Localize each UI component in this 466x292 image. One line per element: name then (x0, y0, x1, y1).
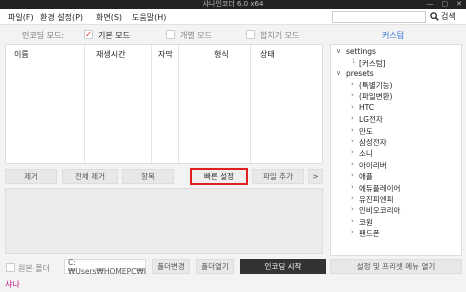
tree-node-settings[interactable]: settings (346, 47, 376, 56)
tree-node-preset[interactable]: 유진피엔피 (359, 194, 394, 205)
chevron-right-icon[interactable]: › (351, 137, 354, 145)
column-divider (84, 45, 85, 163)
output-folder-path[interactable]: C:₩Users₩HOMEPC₩I (64, 258, 146, 276)
search-icon (430, 12, 439, 21)
tree-node-custom[interactable]: [커스텀] (359, 58, 386, 69)
status-bar: 샤나 (5, 280, 20, 289)
tree-node-preset[interactable]: 삼성전자 (359, 137, 387, 148)
chevron-down-icon[interactable]: ∨ (336, 69, 341, 77)
column-divider (151, 45, 152, 163)
file-list-table[interactable]: 이름 재생시간 자막 형식 상태 (5, 44, 323, 164)
individual-mode-label[interactable]: 개별 모드 (180, 30, 212, 41)
column-header-format[interactable]: 형식 (214, 49, 229, 60)
tree-node-preset[interactable]: 인비오코리아 (359, 205, 400, 216)
merge-mode-checkbox[interactable] (246, 30, 255, 39)
menu-help[interactable]: 도움말(H) (132, 12, 166, 23)
tree-node-preset[interactable]: 에듀플레이어 (359, 183, 400, 194)
column-header-name[interactable]: 이름 (14, 49, 29, 60)
checkmark-icon: ✓ (85, 30, 92, 39)
basic-mode-label[interactable]: 기본 모드 (98, 30, 130, 41)
quick-settings-button[interactable]: 빠른 설정 (190, 168, 248, 185)
search-input[interactable] (332, 11, 426, 23)
chevron-right-icon[interactable]: › (351, 91, 354, 99)
chevron-right-icon[interactable]: › (351, 171, 354, 179)
chevron-right-icon[interactable]: › (351, 228, 354, 236)
window-title: 샤나인코더 6.0 x64 (202, 0, 264, 8)
menu-screen[interactable]: 화면(S) (96, 12, 122, 23)
chevron-right-icon[interactable]: › (351, 103, 354, 111)
search-button[interactable]: 검색 (430, 11, 456, 22)
column-divider (250, 45, 251, 163)
maximize-button[interactable]: ▢ (442, 0, 449, 9)
merge-mode-label[interactable]: 합치기 모드 (260, 30, 299, 41)
chevron-right-icon[interactable]: › (351, 80, 354, 88)
chevron-right-icon[interactable]: › (351, 126, 354, 134)
basic-mode-checkbox[interactable]: ✓ (84, 30, 93, 39)
bottom-bar: 원본 폴더 C:₩Users₩HOMEPC₩I 폴더변경 폴더열기 인코딩 시작… (0, 258, 466, 276)
remove-all-button[interactable]: 전체 제거 (62, 169, 118, 184)
open-settings-menu-button[interactable]: 설정 및 프리셋 메뉴 열기 (330, 259, 462, 274)
more-button[interactable]: > (308, 169, 323, 184)
preset-tree[interactable]: ∨ settings └ [커스텀] ∨ presets › (특별기능) › (파일… (330, 44, 462, 256)
tree-node-preset[interactable]: 애플 (359, 171, 373, 182)
column-header-status[interactable]: 상태 (260, 49, 275, 60)
tree-node-preset[interactable]: (특별기능) (359, 80, 392, 91)
encoding-mode-label: 인코딩 모드: (22, 31, 65, 40)
start-encoding-button[interactable]: 인코딩 시작 (240, 259, 326, 274)
tree-node-preset[interactable]: 코원 (359, 217, 373, 228)
chevron-right-icon[interactable]: › (351, 114, 354, 122)
change-folder-button[interactable]: 폴더변경 (152, 259, 190, 274)
tree-node-preset[interactable]: (파일변환) (359, 91, 392, 102)
tree-node-preset[interactable]: LG전자 (359, 114, 383, 125)
menu-file[interactable]: 파일(F) (8, 12, 34, 23)
custom-preset-link[interactable]: 커스텀 (382, 30, 404, 41)
remove-button[interactable]: 제거 (5, 169, 57, 184)
item-button[interactable]: 항목 (122, 169, 174, 184)
original-folder-checkbox[interactable] (6, 263, 15, 272)
add-file-button[interactable]: 파일 추가 (252, 169, 304, 184)
log-area (5, 188, 323, 254)
menu-settings[interactable]: 환경 설정(P) (40, 12, 83, 23)
chevron-right-icon[interactable]: › (351, 217, 354, 225)
open-folder-button[interactable]: 폴더열기 (196, 259, 234, 274)
chevron-right-icon[interactable]: › (351, 160, 354, 168)
close-button[interactable]: ✕ (456, 0, 462, 9)
tree-branch-line: └ (351, 58, 356, 67)
column-header-duration[interactable]: 재생시간 (96, 49, 125, 60)
chevron-right-icon[interactable]: › (351, 183, 354, 191)
mode-bar: 인코딩 모드: ✓ 기본 모드 개별 모드 합치기 모드 커스텀 (0, 26, 466, 44)
tree-node-preset[interactable]: 팬드폰 (359, 228, 380, 239)
chevron-right-icon[interactable]: › (351, 194, 354, 202)
search-label: 검색 (441, 12, 456, 21)
tree-node-preset[interactable]: 소니 (359, 148, 373, 159)
tree-node-preset[interactable]: 아이리버 (359, 160, 387, 171)
tree-node-preset[interactable]: 만도 (359, 126, 373, 137)
individual-mode-checkbox[interactable] (166, 30, 175, 39)
column-header-subtitle[interactable]: 자막 (158, 49, 173, 60)
original-folder-label[interactable]: 원본 폴더 (18, 263, 50, 274)
column-divider (178, 45, 179, 163)
tree-node-preset[interactable]: HTC (359, 103, 374, 112)
chevron-right-icon[interactable]: › (351, 205, 354, 213)
minimize-button[interactable]: — (427, 0, 434, 9)
chevron-down-icon[interactable]: ∨ (336, 47, 341, 55)
chevron-right-icon[interactable]: › (351, 148, 354, 156)
tree-node-presets[interactable]: presets (346, 69, 374, 78)
title-bar: 샤나인코더 6.0 x64 — ▢ ✕ (0, 0, 466, 9)
